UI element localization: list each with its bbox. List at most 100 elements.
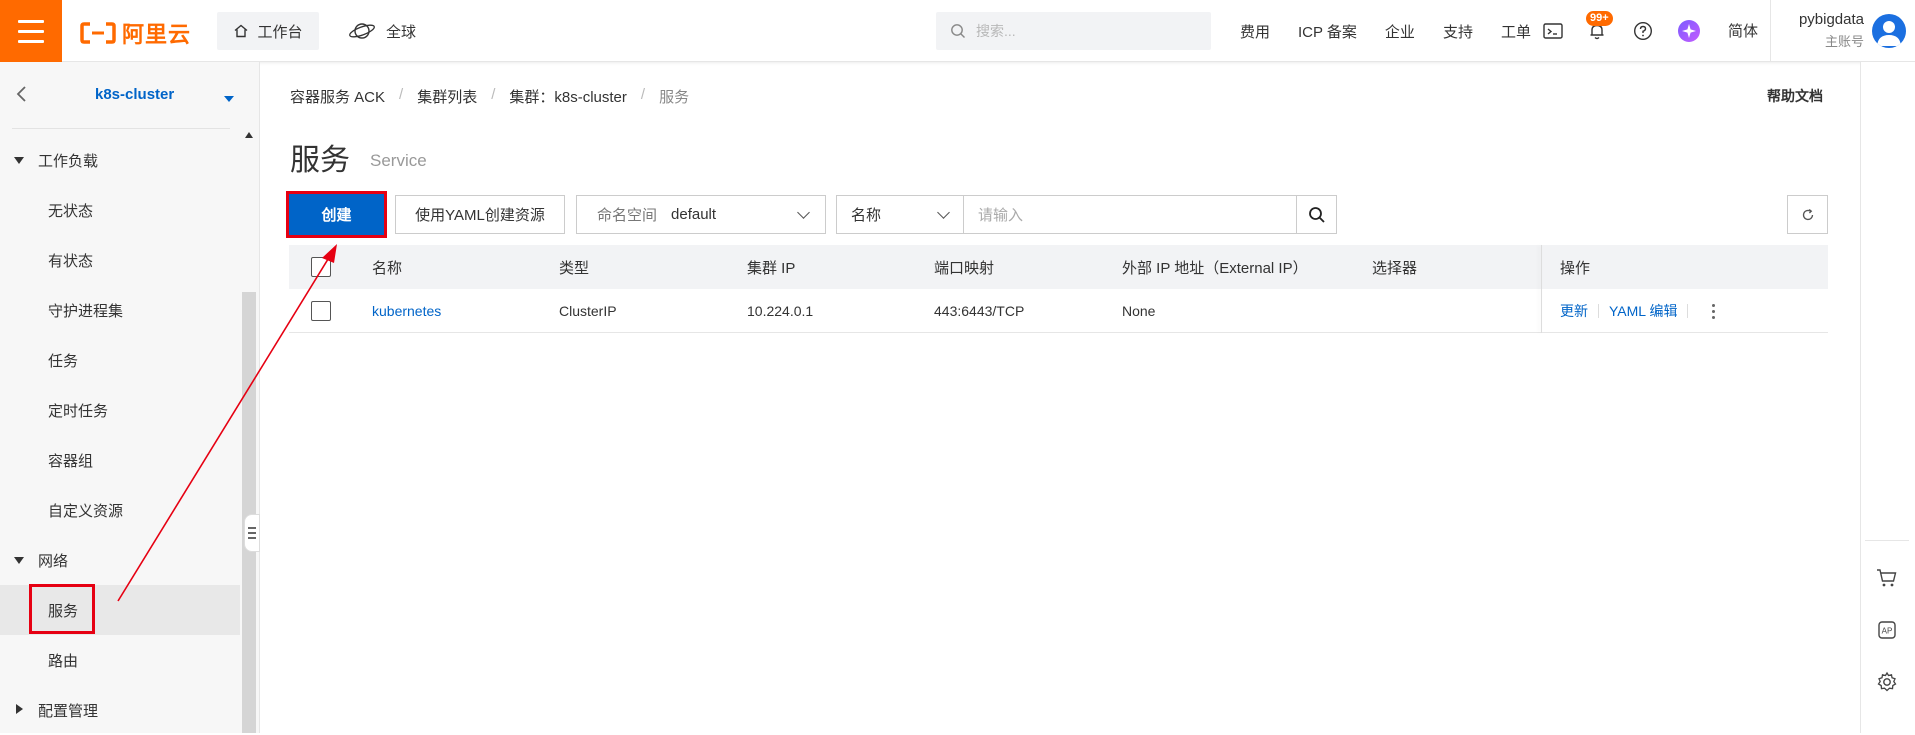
fixed-column-shadow — [1541, 245, 1542, 333]
refresh-icon — [1802, 208, 1813, 220]
row-actions: 更新 YAML 编辑 — [1560, 289, 1716, 333]
table-row: kubernetes ClusterIP 10.224.0.1 443:6443… — [289, 289, 1828, 333]
sidebar-item-label: 网络 — [38, 552, 69, 570]
sidebar-item-deployments[interactable]: 无状态 — [0, 185, 240, 235]
yaml-create-button[interactable]: 使用YAML创建资源 — [395, 195, 565, 234]
scrollbar[interactable] — [242, 292, 256, 733]
aliyun-logo[interactable]: 阿里云 — [80, 17, 191, 49]
sidebar-collapse-handle[interactable] — [244, 514, 260, 552]
avatar[interactable] — [1872, 14, 1906, 48]
search-placeholder: 搜索... — [976, 23, 1016, 39]
sidebar-item-daemonsets[interactable]: 守护进程集 — [0, 285, 240, 335]
top-link-enterprise[interactable]: 企业 — [1385, 21, 1415, 42]
top-link-support[interactable]: 支持 — [1443, 21, 1473, 42]
sidebar-group-config[interactable]: 配置管理 — [0, 685, 240, 735]
sidebar-item-label: 有状态 — [48, 252, 94, 270]
gear-icon[interactable] — [1874, 669, 1900, 695]
service-external-ip: None — [1122, 303, 1156, 319]
top-link-billing[interactable]: 费用 — [1240, 21, 1270, 42]
sidebar-item-pods[interactable]: 容器组 — [0, 435, 240, 485]
sidebar-item-custom-resources[interactable]: 自定义资源 — [0, 485, 240, 535]
region-selector[interactable]: 全球 — [348, 12, 416, 50]
update-link[interactable]: 更新 — [1560, 301, 1588, 321]
help-icon[interactable] — [1630, 18, 1656, 44]
namespace-select[interactable]: 命名空间 default — [576, 195, 826, 234]
search-icon — [951, 24, 965, 38]
cluster-name[interactable]: k8s-cluster — [95, 86, 174, 103]
sidebar-item-ingresses[interactable]: 路由 — [0, 635, 240, 685]
checkbox[interactable] — [311, 301, 331, 321]
filter-search-input[interactable]: 请输入 — [963, 195, 1297, 234]
hamburger-menu-button[interactable] — [0, 0, 62, 62]
breadcrumb-separator: / — [399, 86, 404, 103]
user-account[interactable]: pybigdata 主账号 — [1782, 11, 1864, 50]
logo-text: 阿里云 — [122, 22, 192, 47]
breadcrumb-separator: / — [491, 86, 496, 103]
service-cluster-ip: 10.224.0.1 — [747, 303, 814, 319]
breadcrumb-item-ack[interactable]: 容器服务 ACK — [290, 86, 385, 107]
svg-text:AP: AP — [1882, 627, 1893, 636]
breadcrumb-item-cluster-list[interactable]: 集群列表 — [417, 86, 477, 107]
api-icon[interactable]: AP — [1874, 617, 1900, 643]
language-switch[interactable]: 简体 — [1728, 20, 1758, 41]
back-arrow-icon[interactable] — [14, 84, 30, 104]
yaml-edit-link[interactable]: YAML 编辑 — [1609, 301, 1677, 321]
sidebar-item-cronjobs[interactable]: 定时任务 — [0, 385, 240, 435]
sidebar-item-statefulsets[interactable]: 有状态 — [0, 235, 240, 285]
top-navigation-bar: 阿里云 工作台 全球 搜索... 费用 ICP 备案 企业 支持 工单 99+ … — [0, 0, 1915, 62]
sidebar-group-network[interactable]: 网络 — [0, 535, 240, 585]
namespace-label: 命名空间 — [597, 207, 658, 224]
divider — [1598, 304, 1599, 318]
breadcrumb-separator: / — [640, 86, 646, 103]
global-search-input[interactable]: 搜索... — [936, 12, 1211, 50]
caret-down-icon[interactable] — [224, 96, 234, 102]
caret-right-icon — [16, 704, 23, 714]
top-link-ticket[interactable]: 工单 — [1501, 21, 1531, 42]
divider — [1770, 0, 1771, 62]
sidebar-item-label: 定时任务 — [48, 402, 109, 420]
sidebar-item-label: 配置管理 — [38, 702, 99, 720]
top-link-icp[interactable]: ICP 备案 — [1298, 21, 1357, 42]
service-ports: 443:6443/TCP — [934, 303, 1025, 319]
cart-icon[interactable] — [1874, 565, 1900, 591]
filter-field-value: 名称 — [851, 207, 882, 224]
column-header-name: 名称 — [372, 259, 403, 277]
help-doc-link[interactable]: 帮助文档 — [1767, 86, 1823, 106]
cluster-header: k8s-cluster — [0, 62, 259, 127]
refresh-button[interactable] — [1787, 195, 1828, 234]
highlight-box-services — [29, 584, 95, 634]
menu-line — [18, 39, 44, 43]
filter-field-select[interactable]: 名称 — [836, 195, 964, 234]
region-label: 全球 — [386, 23, 417, 41]
cloud-shell-icon[interactable] — [1540, 18, 1566, 44]
breadcrumb-item-cluster[interactable]: 集群：k8s-cluster — [509, 86, 627, 107]
highlight-box-create — [286, 191, 387, 238]
notification-badge: 99+ — [1586, 11, 1613, 26]
sidebar-item-jobs[interactable]: 任务 — [0, 335, 240, 385]
scroll-up-icon[interactable] — [245, 132, 253, 138]
user-role: 主账号 — [1824, 34, 1864, 49]
row-checkbox[interactable] — [311, 289, 331, 333]
namespace-value: default — [671, 206, 717, 223]
workbench-button[interactable]: 工作台 — [217, 12, 319, 50]
checkbox[interactable] — [311, 257, 331, 277]
handle-line — [248, 537, 256, 539]
service-name-link[interactable]: kubernetes — [372, 289, 441, 333]
divider — [12, 128, 230, 129]
column-header-selector: 选择器 — [1372, 259, 1418, 277]
ai-assistant-icon[interactable] — [1676, 18, 1702, 44]
select-all-checkbox[interactable] — [311, 245, 331, 289]
home-icon — [235, 24, 248, 38]
search-icon — [1308, 206, 1325, 223]
sidebar-group-workloads[interactable]: 工作负载 — [0, 135, 240, 185]
sidebar-item-label: 路由 — [48, 652, 79, 670]
column-header-actions: 操作 — [1560, 259, 1591, 277]
filter-search-button[interactable] — [1296, 195, 1337, 234]
more-actions-icon[interactable] — [1712, 303, 1716, 319]
column-header-type: 类型 — [559, 259, 590, 277]
workbench-label: 工作台 — [257, 23, 303, 41]
divider — [1687, 304, 1689, 318]
menu-line — [18, 29, 44, 33]
divider — [1865, 540, 1909, 541]
column-header-cluster-ip: 集群 IP — [747, 259, 796, 277]
